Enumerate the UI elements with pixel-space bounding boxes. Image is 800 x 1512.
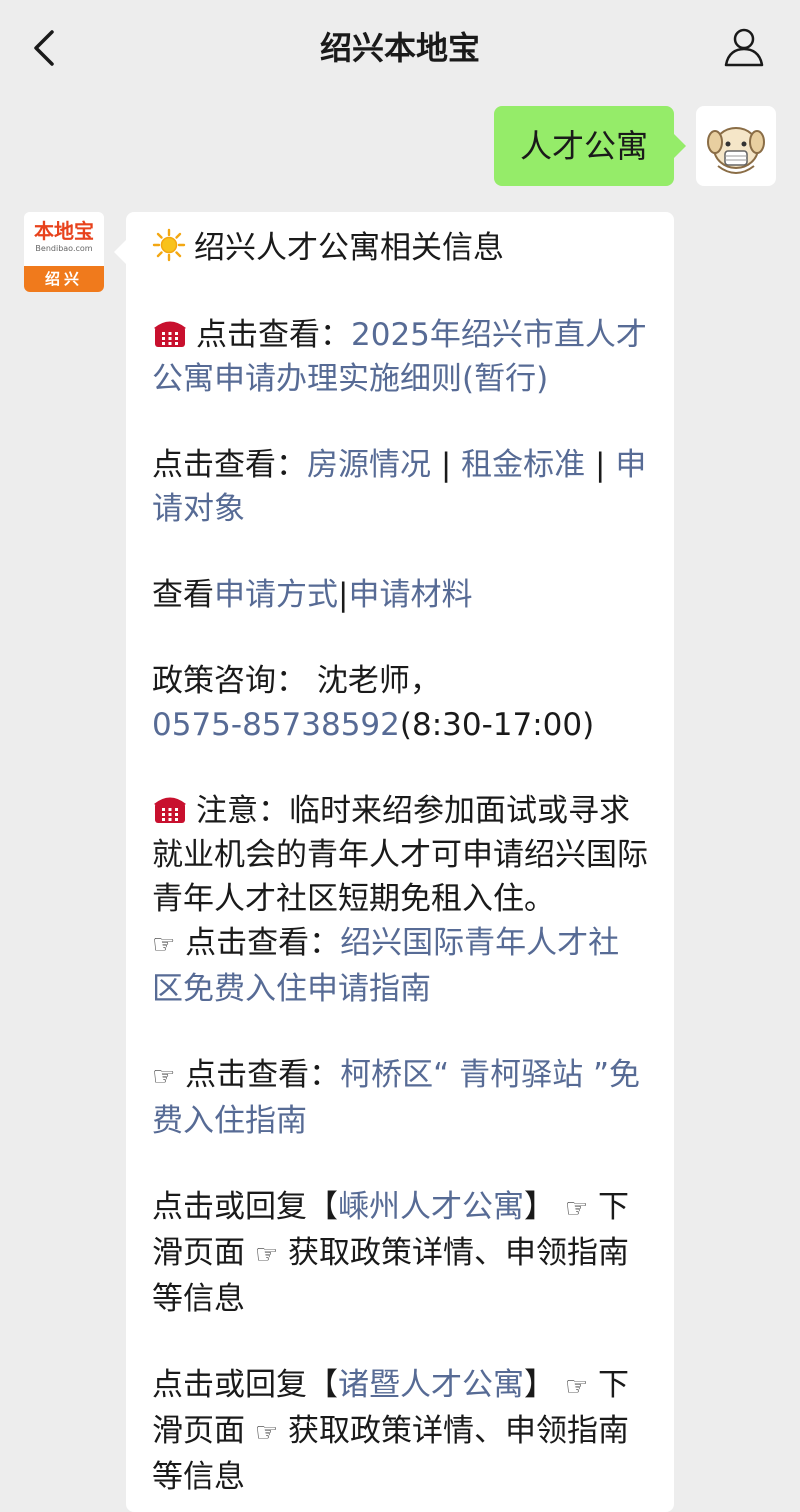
- rules-prefix: 点击查看：: [196, 317, 351, 353]
- reply-message-bubble: 绍兴人才公寓相关信息 点击查看：2025年绍兴市直人才公寓申请办理实施细则(暂行…: [126, 212, 674, 1512]
- user-avatar[interactable]: [696, 106, 776, 186]
- consult-prefix: 政策咨询： 沈老师，: [152, 663, 441, 699]
- separator: |: [338, 577, 349, 613]
- shengzhou-prefix: 点击或回复【: [152, 1189, 338, 1225]
- logo-city: 绍兴: [24, 266, 104, 292]
- bot-avatar[interactable]: 本地宝 Bendibao.com 绍兴: [24, 212, 104, 292]
- pointing-hand-icon: ☞: [152, 930, 176, 960]
- paragraph-shengzhou: 点击或回复【嵊州人才公寓】 ☞ 下滑页面 ☞ 获取政策详情、申领指南等信息: [152, 1185, 648, 1321]
- pointing-hand-icon: ☞: [564, 1372, 589, 1402]
- zhuji-suffix: 】: [524, 1367, 555, 1403]
- reply-heading-row: 绍兴人才公寓相关信息: [152, 226, 648, 270]
- bubble-tail: [114, 240, 126, 264]
- notice-prefix: 点击查看：: [185, 925, 341, 961]
- keqiao-prefix: 点击查看：: [185, 1057, 341, 1093]
- chat-title: 绍兴本地宝: [319, 29, 480, 67]
- phone-link[interactable]: 0575-85738592: [152, 707, 400, 743]
- paragraph-apply: 查看申请方式|申请材料: [152, 573, 648, 617]
- pointing-hand-icon: ☞: [564, 1194, 589, 1224]
- dog-avatar-icon: [707, 127, 765, 174]
- paragraph-rules: 点击查看：2025年绍兴市直人才公寓申请办理实施细则(暂行): [152, 313, 648, 401]
- notice-text: 注意：临时来绍参加面试或寻求就业机会的青年人才可申请绍兴国际青年人才社区短期免租…: [152, 793, 648, 917]
- zhuji-prefix: 点击或回复【: [152, 1367, 338, 1403]
- sent-message-bubble[interactable]: 人才公寓: [493, 106, 687, 186]
- logo-sub-text: Bendibao.com: [35, 244, 93, 253]
- pointing-hand-icon: ☞: [254, 1240, 279, 1270]
- paragraph-notice: 注意：临时来绍参加面试或寻求就业机会的青年人才可申请绍兴国际青年人才社区短期免租…: [152, 789, 648, 1011]
- paragraph-consult: 政策咨询： 沈老师， 0575-85738592(8:30-17:00): [152, 659, 648, 747]
- zhuji-link[interactable]: 诸暨人才公寓: [338, 1367, 524, 1403]
- separator: |: [440, 447, 452, 483]
- shengzhou-link[interactable]: 嵊州人才公寓: [338, 1189, 524, 1225]
- sun-icon: [152, 228, 186, 262]
- paragraph-keqiao: ☞ 点击查看：柯桥区“ 青柯驿站 ”免费入住指南: [152, 1053, 648, 1143]
- office-hours: (8:30-17:00): [399, 707, 595, 743]
- telephone-icon: [154, 797, 186, 823]
- logo-main-text: 本地宝: [34, 219, 94, 243]
- rent-standard-link[interactable]: 租金标准: [461, 447, 585, 483]
- apply-method-link[interactable]: 申请方式: [214, 577, 338, 613]
- reply-heading: 绍兴人才公寓相关信息: [194, 230, 504, 266]
- housing-prefix: 点击查看：: [152, 447, 307, 483]
- shengzhou-suffix: 】: [524, 1189, 555, 1225]
- sent-message-row: 人才公寓: [0, 106, 776, 186]
- pointing-hand-icon: ☞: [152, 1062, 176, 1092]
- apply-prefix: 查看: [152, 577, 214, 613]
- top-bar: 绍兴本地宝: [0, 0, 800, 96]
- paragraph-housing: 点击查看：房源情况 | 租金标准 | 申请对象: [152, 443, 648, 531]
- profile-icon[interactable]: [722, 24, 766, 68]
- paragraph-zhuji: 点击或回复【诸暨人才公寓】 ☞ 下滑页面 ☞ 获取政策详情、申领指南等信息: [152, 1363, 648, 1499]
- bot-logo: 本地宝 Bendibao.com: [24, 212, 104, 266]
- pointing-hand-icon: ☞: [254, 1418, 279, 1448]
- housing-source-link[interactable]: 房源情况: [307, 447, 431, 483]
- separator: |: [595, 447, 606, 483]
- apply-materials-link[interactable]: 申请材料: [348, 577, 472, 613]
- telephone-icon: [154, 321, 186, 347]
